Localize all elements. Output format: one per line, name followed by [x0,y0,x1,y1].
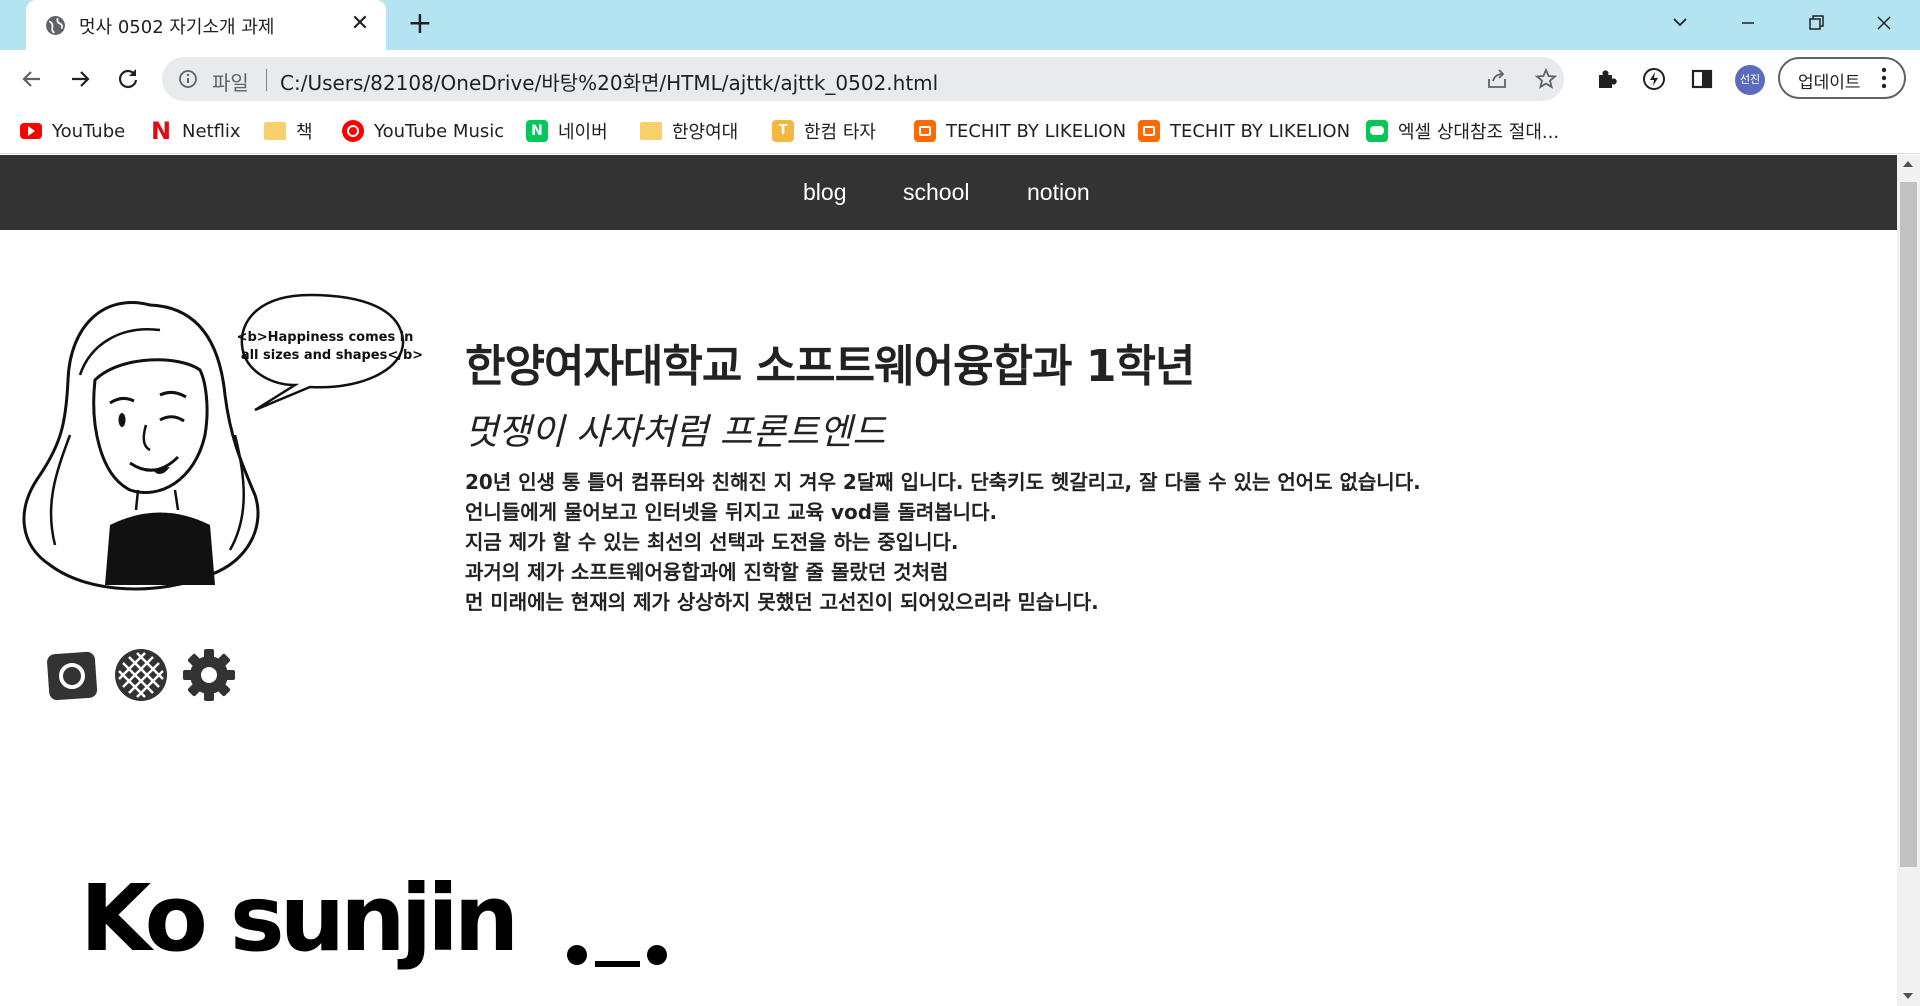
bookmark-label: 책 [296,122,313,143]
tab-close-icon[interactable]: ✕ [348,12,372,36]
page-headline: 한양여자대학교 소프트웨어융합과 1학년 [465,341,1195,392]
bio-text: 20년 인생 통 틀어 컴퓨터와 친해진 지 겨우 2달째 입니다. 단축키도 … [465,467,1421,617]
bookmark-hancom[interactable]: T 한컴 타자 [772,118,876,144]
bookmark-label: YouTube [52,120,126,142]
new-tab-button[interactable]: + [405,9,435,40]
page-subline: 멋쟁이 사자처럼 프론트엔드 [465,412,886,453]
speech-bubble-line-2: all sizes and shapes</b> [241,348,423,363]
bio-line: 언니들에게 물어보고 인터넷을 뒤지고 교육 vod를 돌려봅니다. [465,500,998,524]
folder-icon [264,122,286,140]
address-separator [266,69,267,91]
bookmark-label: TECHIT BY LIKELION [1170,120,1351,142]
site-nav: blog school notion [0,155,1897,230]
bookmark-folder-book[interactable]: 책 [264,118,313,144]
bookmark-label: 네이버 [558,122,608,143]
bio-line: 지금 제가 할 수 있는 최선의 선택과 도전을 하는 중입니다. [465,530,959,554]
bio-line: 먼 미래에는 현재의 제가 상상하지 못했던 고선진이 되어있으리라 믿습니다. [465,590,1099,614]
bookmark-label: 한컴 타자 [804,122,876,143]
bookmark-netflix[interactable]: N Netflix [150,118,241,144]
bookmark-label: YouTube Music [374,120,505,142]
speech-bubble-line-1: <b>Happiness comes in [237,330,414,345]
more-menu-icon[interactable] [1880,66,1888,90]
browser-tab-active[interactable]: 멋사 0502 자기소개 과제 ✕ [26,0,386,50]
youtube-music-icon [342,120,364,142]
reload-icon[interactable] [112,63,144,95]
bookmark-star-icon[interactable] [1534,67,1558,91]
nav-link-school[interactable]: school [903,179,969,206]
bookmark-label: 엑셀 상대참조 절대... [1398,122,1560,143]
bookmark-label: Netflix [182,120,241,142]
restore-icon[interactable] [1798,8,1834,38]
techit-icon [1138,120,1160,142]
bookmark-folder-hywu[interactable]: 한양여대 [640,118,738,144]
line-icon [1366,120,1388,142]
techit-icon [914,120,936,142]
globe-icon [46,16,65,35]
tab-strip: 멋사 0502 자기소개 과제 ✕ + [0,0,1920,50]
scroll-down-arrow-icon[interactable] [1903,993,1913,999]
youtube-icon [20,123,42,139]
hancom-icon: T [772,120,794,142]
share-icon[interactable] [1485,67,1509,91]
dribbble-icon[interactable] [113,647,169,703]
address-bar[interactable]: 파일 C:/Users/82108/OneDrive/바탕%20화면/HTML/… [162,57,1564,101]
profile-avatar[interactable]: 선진 [1735,65,1765,95]
bookmark-naver[interactable]: N 네이버 [526,118,608,144]
page-viewport: blog school notion <b>Happiness comes in… [0,155,1897,1006]
page-scrollbar[interactable] [1897,155,1920,1006]
naver-icon: N [526,120,548,142]
tab-title: 멋사 0502 자기소개 과제 [79,17,275,38]
scroll-up-arrow-icon[interactable] [1903,161,1913,167]
update-button[interactable]: 업데이트 [1778,57,1906,99]
settings-gear-icon[interactable] [181,647,237,703]
bookmark-techit-2[interactable]: TECHIT BY LIKELION [1138,118,1350,144]
bookmark-youtube[interactable]: YouTube [20,118,125,144]
minimize-icon[interactable] [1730,8,1766,38]
side-panel-icon[interactable] [1689,66,1715,92]
bookmark-youtube-music[interactable]: YouTube Music [342,118,504,144]
netflix-icon: N [150,117,172,145]
big-name-heading: Ko sunjin [80,865,519,972]
close-window-icon[interactable] [1866,8,1902,38]
nav-link-blog[interactable]: blog [803,179,846,206]
bookmark-label: TECHIT BY LIKELION [946,120,1127,142]
performance-icon[interactable] [1641,66,1667,92]
extensions-puzzle-icon[interactable] [1594,66,1620,92]
folder-icon [640,122,662,140]
tab-search-chevron-icon[interactable] [1662,8,1698,38]
instagram-icon[interactable] [44,647,100,703]
bookmark-label: 한양여대 [672,122,739,143]
file-scheme-label: 파일 [212,71,249,95]
scroll-thumb[interactable] [1900,182,1917,867]
portrait-illustration: <b>Happiness comes in all sizes and shap… [22,293,423,591]
url-text[interactable]: C:/Users/82108/OneDrive/바탕%20화면/HTML/ajt… [280,67,938,96]
update-label: 업데이트 [1798,73,1861,93]
back-arrow-icon[interactable] [16,63,48,95]
nav-link-notion[interactable]: notion [1027,179,1090,206]
browser-toolbar: 파일 C:/Users/82108/OneDrive/바탕%20화면/HTML/… [0,50,1920,108]
bookmarks-bar: YouTube N Netflix 책 YouTube Music N 네이버 … [0,108,1920,154]
bio-line: 20년 인생 통 틀어 컴퓨터와 친해진 지 겨우 2달째 입니다. 단축키도 … [465,470,1421,494]
bio-line: 과거의 제가 소프트웨어융합과에 진학할 줄 몰랐던 것처럼 [465,560,949,584]
forward-arrow-icon[interactable] [64,63,96,95]
bookmark-excel[interactable]: 엑셀 상대참조 절대... [1366,118,1559,144]
info-icon[interactable] [178,69,198,89]
face-emoticon-icon [567,945,667,967]
bookmark-techit-1[interactable]: TECHIT BY LIKELION [914,118,1126,144]
